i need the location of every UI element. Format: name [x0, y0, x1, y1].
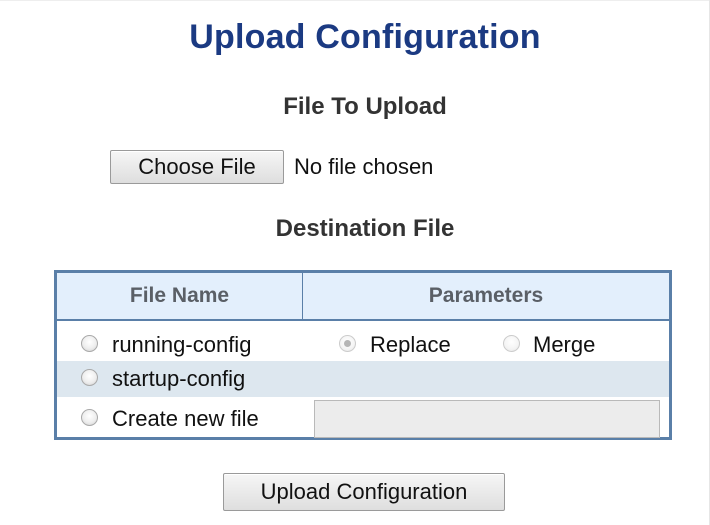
startup-config-radio[interactable] — [81, 369, 98, 386]
destination-file-heading: Destination File — [275, 215, 455, 242]
choose-file-button[interactable]: Choose File — [110, 150, 284, 184]
file-chooser: Choose File No file chosen — [110, 149, 433, 185]
merge-label: Merge — [533, 332, 596, 357]
running-config-label: running-config — [112, 332, 252, 357]
file-status-text: No file chosen — [294, 154, 434, 179]
upload-configuration-page: Upload Configuration File To Upload Choo… — [0, 0, 710, 525]
table-row-startup-config: startup-config — [57, 361, 669, 397]
file-to-upload-heading: File To Upload — [283, 93, 447, 120]
startup-config-label: startup-config — [112, 366, 246, 391]
replace-radio[interactable] — [339, 335, 356, 352]
top-divider — [0, 0, 710, 1]
merge-radio[interactable] — [503, 335, 520, 352]
create-new-file-label: Create new file — [112, 406, 259, 431]
new-file-name-input[interactable] — [314, 400, 660, 438]
page-title: Upload Configuration — [189, 18, 541, 56]
column-header-file-name: File Name — [57, 273, 303, 319]
upload-configuration-button[interactable]: Upload Configuration — [223, 473, 505, 511]
table-header: File Name Parameters — [57, 273, 669, 321]
destination-file-table: File Name Parameters running-config Repl… — [54, 270, 672, 440]
replace-label: Replace — [370, 332, 451, 357]
table-row-running-config: running-config Replace Merge — [57, 325, 669, 363]
table-row-create-new-file: Create new file — [57, 397, 669, 438]
column-header-parameters: Parameters — [428, 284, 544, 307]
create-new-file-radio[interactable] — [81, 409, 98, 426]
running-config-radio[interactable] — [81, 335, 98, 352]
